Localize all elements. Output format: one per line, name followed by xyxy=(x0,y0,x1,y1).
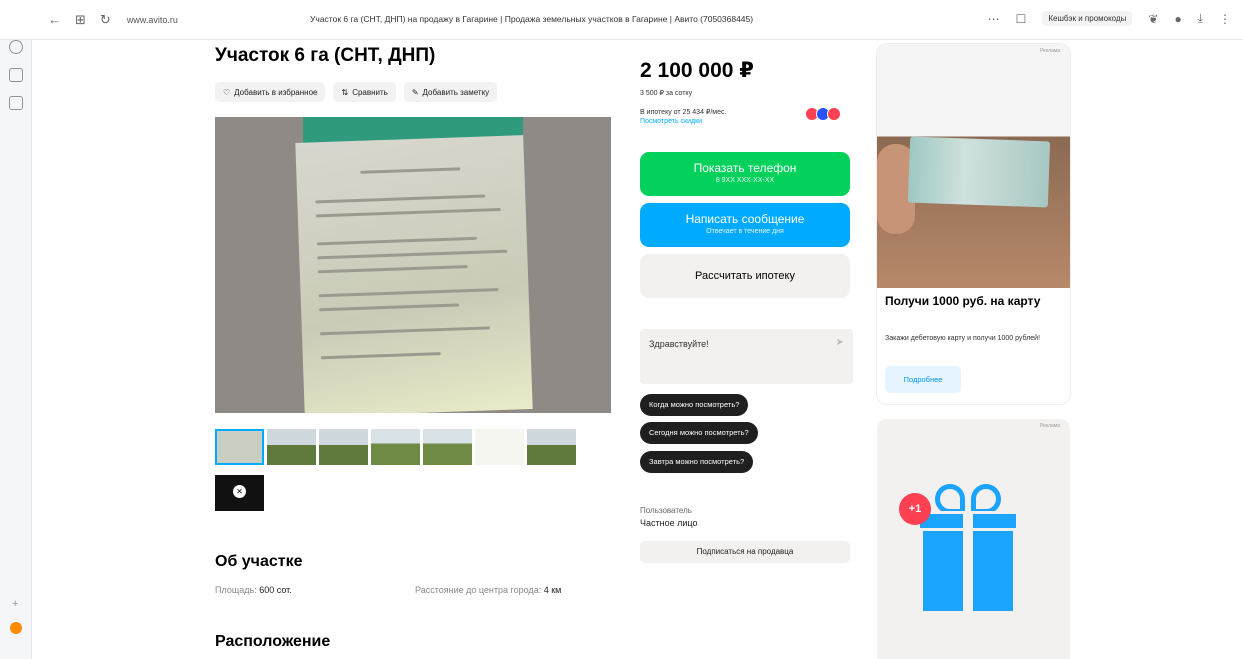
distance-value: 4 км xyxy=(543,585,562,595)
ad-description: Закажи дебетовую карту и получи 1000 руб… xyxy=(885,335,1041,342)
send-icon[interactable]: ➤ xyxy=(836,337,844,348)
chat-text: Здравствуйте! xyxy=(649,339,709,349)
price-per-unit: 3 500 ₽ за сотку xyxy=(640,90,693,97)
seller-label: Пользователь xyxy=(640,506,692,515)
show-phone-button[interactable]: Показать телефон 8 9XX XXX-XX-XX xyxy=(640,152,850,196)
compare-button[interactable]: ⇅ Сравнить xyxy=(333,82,396,102)
mortgage-button[interactable]: Рассчитать ипотеку xyxy=(640,254,850,298)
ad-card[interactable]: Реклама Получи 1000 руб. на карту Закажи… xyxy=(877,44,1070,404)
assistant-icon[interactable] xyxy=(10,622,22,634)
favorite-label: Добавить в избранное xyxy=(234,87,318,97)
cashback-button[interactable]: Кешбэк и промокоды xyxy=(1042,11,1133,26)
thumbnail[interactable] xyxy=(423,429,472,465)
seller-name[interactable]: Частное лицо xyxy=(640,518,697,528)
gift-ribbon xyxy=(963,511,973,611)
thumbnail[interactable] xyxy=(371,429,420,465)
photo-document xyxy=(295,135,533,413)
ad-image xyxy=(877,44,1070,288)
price: 2 100 000 ₽ xyxy=(640,59,754,82)
subscribe-button[interactable]: Подписаться на продавца xyxy=(640,541,850,563)
location-heading: Расположение xyxy=(215,633,331,650)
plus-one-badge: +1 xyxy=(899,493,931,525)
thumbnail[interactable] xyxy=(267,429,316,465)
notes-icon[interactable] xyxy=(9,96,23,110)
thumbnail[interactable] xyxy=(319,429,368,465)
bookmark-icon[interactable]: ☐ xyxy=(1016,12,1027,26)
bank-logos xyxy=(805,107,841,121)
thumbnail[interactable] xyxy=(475,429,524,465)
ad-mark: Реклама xyxy=(1039,48,1060,54)
listing-actions: ♡ Добавить в избранное ⇅ Сравнить ✎ Добавит… xyxy=(215,82,498,102)
video-thumbnail[interactable] xyxy=(215,475,264,511)
heart-icon: ♡ xyxy=(223,87,231,97)
phone-sub-label: 8 9XX XXX-XX-XX xyxy=(715,177,775,184)
note-label: Добавить заметку xyxy=(422,87,490,97)
gift-bow xyxy=(935,484,965,514)
main-photo[interactable] xyxy=(215,117,611,413)
write-message-button[interactable]: Написать сообщение Отвечает в течение дн… xyxy=(640,203,850,247)
note-button[interactable]: ✎ Добавить заметку xyxy=(403,82,498,102)
quick-reply-chip[interactable]: Сегодня можно посмотреть? xyxy=(640,422,758,444)
photo-thumbnails xyxy=(215,429,576,465)
quick-reply-chip[interactable]: Когда можно посмотреть? xyxy=(640,394,749,416)
browser-sidebar: + xyxy=(0,0,32,659)
quick-reply-chip[interactable]: Завтра можно посмотреть? xyxy=(640,451,754,473)
show-phone-label: Показать телефон xyxy=(693,161,797,175)
gift-bow xyxy=(971,484,1001,514)
play-icon[interactable] xyxy=(9,40,23,54)
listing-title: Участок 6 га (СНТ, ДНП) xyxy=(215,45,436,66)
note-icon: ✎ xyxy=(411,87,419,97)
message-sub-label: Отвечает в течение дня xyxy=(706,228,784,235)
installment-text: В ипотеку от 25 434 ₽/мес. xyxy=(640,109,727,116)
ad-card-gift[interactable]: Реклама +1 xyxy=(877,419,1070,659)
ad-more-button[interactable]: Подробнее xyxy=(885,366,961,393)
area-value: 600 сот. xyxy=(259,585,292,595)
menu-icon[interactable]: ⋮ xyxy=(1219,12,1231,26)
ad-mark: Реклама xyxy=(1039,423,1060,429)
bank-logo xyxy=(827,107,841,121)
distance-label: Расстояние до центра города: xyxy=(415,585,542,595)
installment-link[interactable]: Посмотреть скидки xyxy=(640,118,702,125)
more-icon[interactable]: ⋯ xyxy=(988,12,1000,26)
ad-title: Получи 1000 руб. на карту xyxy=(885,294,1041,308)
thumbnail[interactable] xyxy=(527,429,576,465)
chat-input[interactable]: Здравствуйте! ➤ xyxy=(640,329,853,384)
page-title-bar: Участок 6 га (СНТ, ДНП) на продажу в Гаг… xyxy=(310,14,754,24)
downloads-icon[interactable]: ⤓ xyxy=(1198,11,1203,26)
back-icon[interactable]: ← xyxy=(48,12,61,28)
banknote-image xyxy=(907,136,1051,208)
extension-icon[interactable]: ❦ xyxy=(1148,12,1158,26)
write-message-label: Написать сообщение xyxy=(685,212,805,226)
add-icon[interactable]: + xyxy=(12,598,18,610)
compare-icon: ⇅ xyxy=(341,87,349,97)
reload-icon[interactable]: ↻ xyxy=(100,12,111,28)
profile-icon[interactable]: ● xyxy=(1174,12,1181,26)
favorite-button[interactable]: ♡ Добавить в избранное xyxy=(215,82,326,102)
area-param: Площадь: 600 сот. xyxy=(215,585,292,595)
collections-icon[interactable] xyxy=(9,68,23,82)
thumbnail[interactable] xyxy=(215,429,264,465)
distance-param: Расстояние до центра города: 4 км xyxy=(415,585,561,595)
address-bar[interactable]: www.avito.ru xyxy=(127,15,178,25)
area-label: Площадь: xyxy=(215,585,257,595)
compare-label: Сравнить xyxy=(352,87,388,97)
browser-toolbar: ← ⊞ ↻ www.avito.ru Участок 6 га (СНТ, ДН… xyxy=(0,0,1243,40)
about-heading: Об участке xyxy=(215,553,303,570)
tabs-icon[interactable]: ⊞ xyxy=(75,12,86,28)
